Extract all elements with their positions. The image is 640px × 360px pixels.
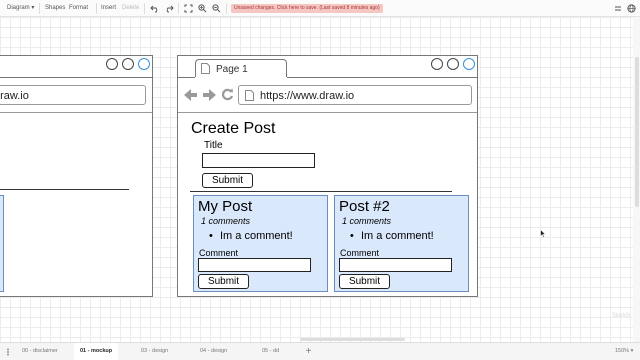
address-bar: draw.io [0, 85, 146, 105]
submit-comment-button: Submit [198, 274, 249, 289]
shapes-button[interactable]: Shapes [43, 3, 67, 14]
more-pages-icon[interactable] [2, 346, 13, 357]
page-tabs-bar: 00 - disclaimer 01 - mockup 03 - design … [0, 342, 640, 360]
address-bar: https://www.draw.io [238, 85, 472, 105]
page-tab[interactable]: 05 - dd [256, 343, 285, 360]
header-divider [0, 112, 152, 113]
divider [178, 3, 179, 14]
zoom-value: 150% [615, 348, 630, 354]
diagram-canvas[interactable]: draw.io Page 1 https://www.draw.io Creat… [0, 17, 633, 342]
minimize-circle-icon [106, 58, 118, 70]
diagram-menu-label: Diagram [7, 5, 30, 11]
post-comment-count: 1 comments [342, 216, 392, 226]
post-card: Post #2 1 comments Im a comment! Comment… [334, 195, 469, 292]
title-label: Title [204, 140, 223, 151]
page-tab[interactable]: 00 - disclaimer [16, 343, 64, 360]
browser-tab: Page 1 [195, 59, 287, 77]
post-title: Post #2 [339, 198, 390, 215]
comment-item: Im a comment! [209, 230, 293, 242]
header-divider [178, 112, 477, 113]
unsaved-changes-banner[interactable]: Unsaved changes. Click here to save. (La… [231, 4, 383, 13]
zoom-level[interactable]: 150% ▾ [615, 346, 633, 357]
post-comment-count: 1 comments [201, 216, 251, 226]
divider [39, 3, 40, 14]
title-input [202, 153, 315, 168]
zoom-in-icon[interactable] [197, 3, 208, 14]
post-card-partial [0, 195, 4, 292]
divider [226, 3, 227, 14]
maximize-circle-icon [122, 58, 134, 70]
submit-post-button: Submit [202, 173, 253, 188]
submit-comment-button: Submit [339, 274, 390, 289]
tab-divider [178, 77, 195, 78]
zoom-out-icon[interactable] [211, 3, 222, 14]
vertical-scrollbar-thumb[interactable] [635, 57, 639, 207]
collapse-icon[interactable] [612, 3, 623, 14]
close-circle-icon [463, 58, 475, 70]
diagram-menu[interactable]: Diagram ▾ [5, 3, 36, 14]
post-title: My Post [198, 198, 253, 215]
horizontal-rule [190, 191, 452, 192]
tab-divider [0, 77, 152, 78]
divider [144, 3, 145, 14]
tab-label: Page 1 [216, 64, 248, 75]
maximize-circle-icon [447, 58, 459, 70]
format-button[interactable]: Format [67, 3, 90, 14]
forward-arrow-icon [203, 89, 216, 101]
page-icon [245, 90, 254, 101]
page-icon [201, 63, 210, 74]
close-circle-icon [138, 58, 150, 70]
watermark: Sketch [612, 313, 631, 319]
mouse-cursor-icon [540, 229, 546, 238]
page-tab[interactable]: 03 - design [135, 343, 174, 360]
undo-icon[interactable] [149, 3, 160, 14]
comment-input [198, 258, 311, 272]
page-tab-active[interactable]: 01 - mockup [74, 343, 119, 360]
address-url: draw.io [0, 90, 29, 102]
comment-item: Im a comment! [350, 230, 434, 242]
horizontal-rule [0, 189, 129, 190]
fit-page-icon[interactable] [183, 3, 194, 14]
address-url: https://www.draw.io [260, 90, 355, 102]
delete-button[interactable]: Delete [120, 3, 141, 14]
comment-label: Comment [199, 248, 239, 258]
toolbar: Diagram ▾ Shapes Format Insert Delete Un… [0, 0, 640, 17]
horizontal-scrollbar[interactable] [300, 338, 405, 341]
back-arrow-icon [184, 89, 197, 101]
globe-icon[interactable] [626, 3, 637, 14]
comment-label: Comment [340, 248, 380, 258]
post-card: My Post 1 comments Im a comment! Comment… [193, 195, 328, 292]
comment-input [339, 258, 452, 272]
refresh-icon [221, 88, 234, 101]
left-browser-mockup[interactable]: draw.io [0, 55, 153, 297]
divider [96, 3, 97, 14]
add-page-icon[interactable]: + [303, 346, 314, 357]
vertical-scrollbar[interactable] [633, 17, 640, 342]
page-tab[interactable]: 04 - design [194, 343, 233, 360]
tab-divider [287, 77, 477, 78]
insert-button[interactable]: Insert [99, 3, 118, 14]
create-post-heading: Create Post [191, 120, 276, 137]
redo-icon[interactable] [163, 3, 174, 14]
main-browser-mockup[interactable]: Page 1 https://www.draw.io Create Post T… [177, 55, 478, 297]
minimize-circle-icon [431, 58, 443, 70]
